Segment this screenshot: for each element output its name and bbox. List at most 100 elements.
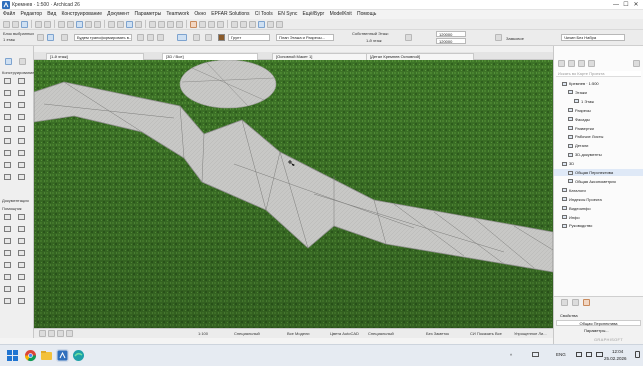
menu-view[interactable]: Вид [45,10,59,19]
grid-snap-icon[interactable] [108,20,115,28]
zone-tool-icon[interactable] [18,138,25,144]
label-tool-icon[interactable] [18,226,25,232]
surface-edge-icon[interactable] [193,34,200,41]
tree-item[interactable]: 3D [554,160,643,167]
menu-teamwork[interactable]: Teamwork [164,10,192,19]
tree-item[interactable]: Каталоги [554,187,643,194]
wall-tool-icon[interactable] [4,78,11,84]
clone-view-icon[interactable] [572,299,579,306]
worksheet-tool-icon[interactable] [4,286,11,292]
undo-zoom-icon[interactable] [39,330,46,337]
menu-extra[interactable]: Ещё/Бург [300,10,327,19]
scale-value[interactable]: 1:100 [198,331,208,336]
pen-set[interactable]: Цвета AutoCAD [330,331,359,336]
layer-icon[interactable] [495,34,502,41]
cursor-snap-icon[interactable] [76,20,83,28]
stair-tool-icon[interactable] [4,150,11,156]
navigator-search-input[interactable]: Искать во Карте Проекта [556,71,641,77]
bottom-value-field[interactable]: 120000 [436,38,466,44]
arc-tool-icon[interactable] [4,250,11,256]
volume-icon[interactable] [586,352,592,357]
railing-icon[interactable] [276,20,283,28]
tree-item[interactable]: 3D-документы [554,151,643,158]
material-dropdown[interactable]: Грунт [228,34,270,41]
pen-set-dropdown[interactable]: Чичин Без Набра [561,34,625,41]
morph-icon[interactable] [249,20,256,28]
drawing-tool-icon[interactable] [4,262,11,268]
renovation-icon[interactable] [190,20,197,28]
tree-item[interactable]: Индексы Проекта [554,196,643,203]
detail-tool-icon[interactable] [18,286,25,292]
zoom-icon[interactable] [48,330,55,337]
tree-item[interactable]: Развертки [554,125,643,132]
marquee-tool-icon[interactable] [47,34,54,41]
windows-start-icon[interactable] [6,349,19,362]
view-name-field[interactable]: Общая Перспектива [556,320,641,326]
story-value[interactable]: 1-й этаж [366,38,382,43]
tab-detail[interactable]: [Детал Кремнев Основной] [366,53,474,60]
tree-item[interactable]: Руководство [554,222,643,229]
shell-icon[interactable] [231,20,238,28]
elevation-tool-icon[interactable] [4,274,11,280]
tree-item[interactable]: Кремнев · 1:500 [554,80,643,87]
tree-item[interactable]: Видеоинфо [554,205,643,212]
menu-design[interactable]: Конструирование [59,10,105,19]
design-section-label[interactable]: Конструирование [2,70,34,75]
renovation-filter[interactable]: СИ Показать Все [470,331,502,336]
tree-item[interactable]: 1 Этаж [554,98,643,105]
layer-name[interactable]: Замковое [506,36,524,41]
menu-edit[interactable]: Редактор [18,10,45,19]
menu-document[interactable]: Документ [105,10,132,19]
view-map-icon[interactable] [568,60,575,67]
edge-icon[interactable] [72,349,85,362]
floor-plan-icon[interactable] [135,20,142,28]
transform-dropdown[interactable]: Будем трансформировать в... [74,34,132,41]
material-swatch[interactable] [218,34,225,41]
arrow-tool-icon[interactable] [5,58,12,65]
trim-icon[interactable] [67,20,74,28]
railing-tool-icon[interactable] [18,150,25,156]
tree-item[interactable]: Рабочие Листы [554,133,643,140]
fill-tool-icon[interactable] [4,238,11,244]
menu-window[interactable]: Окно [192,10,209,19]
tree-item[interactable]: Общая Аксонометрия [554,178,643,185]
level-dimension-tool-icon[interactable] [18,214,25,220]
file-explorer-icon[interactable] [40,349,53,362]
notifications-icon[interactable] [635,351,640,358]
slab-shape-icon[interactable] [147,34,154,41]
terrain-scene[interactable] [34,60,553,328]
layout-book-icon[interactable] [578,60,585,67]
close-button[interactable]: ✕ [631,1,641,9]
magic-wand-icon[interactable] [58,20,65,28]
change-tool-icon[interactable] [4,298,11,304]
navigator-options-icon[interactable] [633,60,640,67]
top-value-field[interactable]: 120000 [436,31,466,37]
menu-epfar[interactable]: EPFAR Solutions [209,10,253,19]
elevation-icon[interactable] [405,34,412,41]
interior-elevation-tool-icon[interactable] [18,274,25,280]
chrome-icon[interactable] [24,349,37,362]
tray-expand-icon[interactable]: ^ [510,353,512,358]
archicad-taskbar-icon[interactable] [56,349,69,362]
door-tool-icon[interactable] [4,126,11,132]
battery-icon[interactable] [596,352,603,357]
object-tool-icon[interactable] [4,138,11,144]
publisher-sets-icon[interactable] [588,60,595,67]
tab-3d-view[interactable]: [3D / Все] [162,53,258,60]
marquee-tool-icon[interactable] [19,58,26,65]
tab-floor-plan[interactable]: [1-й этаж] [46,53,144,60]
redo-icon[interactable] [44,20,51,28]
mesh-type-icon[interactable] [177,34,187,41]
delete-view-icon[interactable] [583,299,590,306]
3d-viewport[interactable] [34,60,553,328]
polyline-tool-icon[interactable] [18,250,25,256]
skylight-tool-icon[interactable] [4,114,11,120]
project-map-icon[interactable] [558,60,565,67]
3d-view-icon[interactable] [126,20,133,28]
menu-ci-tools[interactable]: CI Tools [252,10,275,19]
publish-icon[interactable] [208,20,215,28]
dimension-style[interactable]: Без Заметок [426,331,449,336]
minimize-button[interactable]: — [611,1,621,9]
guide-lines-icon[interactable] [85,20,92,28]
tree-item[interactable]: Этажи [554,89,643,96]
